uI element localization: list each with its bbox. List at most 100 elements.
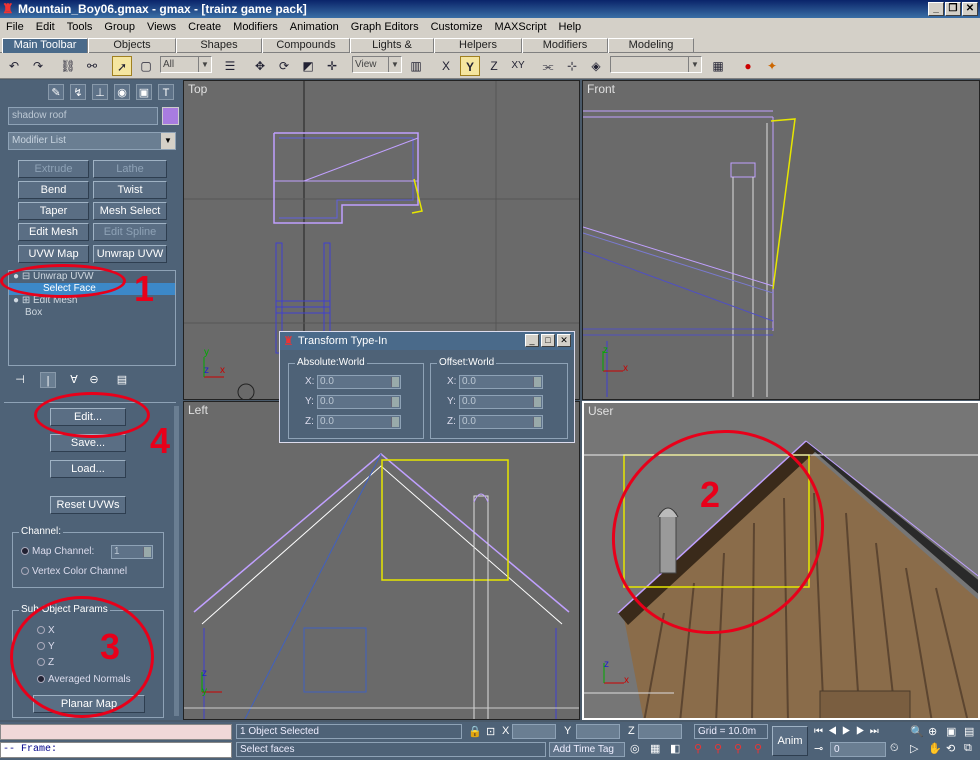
dialog-close-button[interactable]: ✕	[557, 334, 571, 347]
load-uvw-button[interactable]: Load...	[50, 460, 126, 478]
restrict-x-icon[interactable]: X	[436, 56, 456, 76]
scale-icon[interactable]: ◩	[298, 56, 318, 76]
vertex-color-channel-radio[interactable]: Vertex Color Channel	[21, 566, 127, 578]
viewport-front[interactable]: Front z x	[582, 80, 980, 400]
unwrap-uvw-button[interactable]: Unwrap UVW	[93, 245, 167, 263]
region-select-icon[interactable]: ▢	[136, 56, 156, 76]
menu-modifiers[interactable]: Modifiers	[233, 21, 278, 33]
current-frame-field[interactable]: 0	[830, 742, 886, 757]
redo-icon[interactable]: ↷	[28, 56, 48, 76]
offset-x-spinner[interactable]: 0.0	[459, 375, 543, 389]
render-teapot-icon[interactable]: ●	[738, 56, 758, 76]
restrict-xy-icon[interactable]: XY	[508, 56, 528, 76]
offset-z-spinner[interactable]: 0.0	[459, 415, 543, 429]
motion-panel-icon[interactable]: ◉	[114, 84, 130, 100]
pivot-icon[interactable]: ▥	[406, 56, 426, 76]
status-y-field[interactable]	[576, 724, 620, 739]
object-name-field[interactable]: shadow roof	[8, 107, 158, 125]
prompt-line[interactable]: -- Frame:	[0, 742, 232, 758]
menu-maxscript[interactable]: MAXScript	[495, 21, 547, 33]
twist-button[interactable]: Twist	[93, 181, 167, 199]
menu-create[interactable]: Create	[188, 21, 221, 33]
absolute-z-spinner[interactable]: 0.0	[317, 415, 401, 429]
reference-coord-dropdown[interactable]: View ▼	[352, 56, 402, 73]
zoom-extents-icon[interactable]: ▣	[946, 725, 956, 738]
selection-filter-dropdown[interactable]: All ▼	[160, 56, 212, 73]
select-arrow-icon[interactable]: ➚	[112, 56, 132, 76]
pan-icon[interactable]: ✋	[928, 742, 942, 755]
panel-scrollbar[interactable]	[174, 406, 179, 716]
utilities-panel-icon[interactable]: T	[158, 84, 174, 100]
object-color-swatch[interactable]	[162, 107, 179, 125]
bend-button[interactable]: Bend	[18, 181, 89, 199]
undo-icon[interactable]: ↶	[4, 56, 24, 76]
modifier-list-dropdown[interactable]: Modifier List ▼	[8, 132, 176, 150]
zoom-all-icon[interactable]: ⊕	[928, 725, 937, 738]
grid-toggle-icon[interactable]: ▦	[650, 742, 660, 755]
percent-snap-icon[interactable]: ⚲	[734, 742, 742, 755]
menu-file[interactable]: File	[6, 21, 24, 33]
mesh-select-button[interactable]: Mesh Select	[93, 202, 167, 220]
absolute-mode-icon[interactable]: ⊡	[486, 725, 495, 738]
pin-stack-icon[interactable]: ⊣	[12, 372, 28, 388]
playback-controls[interactable]: ⏮◀▶▶⏭	[814, 726, 884, 737]
tab-shapes[interactable]: Shapes	[176, 38, 262, 53]
box-mode-icon[interactable]: ◧	[670, 742, 680, 755]
align-icon[interactable]: ⊹	[562, 56, 582, 76]
map-channel-radio[interactable]: Map Channel:	[21, 546, 94, 558]
absolute-y-spinner[interactable]: 0.0	[317, 395, 401, 409]
quick-render-icon[interactable]: ✦	[762, 56, 782, 76]
status-x-field[interactable]	[512, 724, 556, 739]
close-button[interactable]: ✕	[962, 2, 978, 16]
rotate-icon[interactable]: ⟳	[274, 56, 294, 76]
menu-help[interactable]: Help	[559, 21, 582, 33]
menu-animation[interactable]: Animation	[290, 21, 339, 33]
viewport-shading-icon[interactable]: ◎	[630, 742, 640, 755]
uvw-map-button[interactable]: UVW Map	[18, 245, 89, 263]
restrict-z-icon[interactable]: Z	[484, 56, 504, 76]
min-max-toggle-icon[interactable]: ⧉	[964, 742, 972, 755]
dialog-minimize-button[interactable]: _	[525, 334, 539, 347]
tab-main-toolbar[interactable]: Main Toolbar	[2, 38, 88, 53]
restore-button[interactable]: ❐	[945, 2, 961, 16]
hierarchy-panel-icon[interactable]: ⊥	[92, 84, 108, 100]
edit-mesh-button[interactable]: Edit Mesh	[18, 223, 89, 241]
map-channel-spinner[interactable]: 1	[111, 545, 153, 559]
absolute-x-spinner[interactable]: 0.0	[317, 375, 401, 389]
time-config-icon[interactable]: ⏲	[890, 742, 899, 755]
menu-views[interactable]: Views	[147, 21, 176, 33]
snap-icon[interactable]: ◈	[586, 56, 606, 76]
material-editor-icon[interactable]: ▦	[708, 56, 728, 76]
menu-edit[interactable]: Edit	[36, 21, 55, 33]
unlink-icon[interactable]: ⚯	[82, 56, 102, 76]
tab-modifiers[interactable]: Modifiers	[522, 38, 608, 53]
snap-toggle-icon[interactable]: ⚲	[694, 742, 702, 755]
zoom-icon[interactable]: 🔍	[910, 725, 924, 738]
offset-y-spinner[interactable]: 0.0	[459, 395, 543, 409]
reset-uvws-button[interactable]: Reset UVWs	[50, 496, 126, 514]
configure-modifier-sets-icon[interactable]: ▤	[114, 372, 130, 388]
menu-tools[interactable]: Tools	[67, 21, 93, 33]
viewport-left[interactable]: Left z y	[183, 401, 580, 720]
make-unique-icon[interactable]: ∀	[66, 372, 82, 388]
move-icon[interactable]: ✥	[250, 56, 270, 76]
anim-toggle-button[interactable]: Anim	[772, 726, 808, 756]
taper-button[interactable]: Taper	[18, 202, 89, 220]
show-end-result-icon[interactable]: |	[40, 372, 56, 388]
menu-group[interactable]: Group	[104, 21, 135, 33]
menu-customize[interactable]: Customize	[431, 21, 483, 33]
lathe-button[interactable]: Lathe	[93, 160, 167, 178]
menu-graph-editors[interactable]: Graph Editors	[351, 21, 419, 33]
maxscript-listener-field[interactable]	[0, 724, 232, 740]
edit-spline-button[interactable]: Edit Spline	[93, 223, 167, 241]
tab-modeling[interactable]: Modeling	[608, 38, 694, 53]
tab-compounds[interactable]: Compounds	[262, 38, 350, 53]
extrude-button[interactable]: Extrude	[18, 160, 89, 178]
display-panel-icon[interactable]: ▣	[136, 84, 152, 100]
create-panel-icon[interactable]: ✎	[48, 84, 64, 100]
select-by-name-icon[interactable]: ☰	[220, 56, 240, 76]
mirror-icon[interactable]: ⫘	[538, 56, 558, 76]
lightbulb-icon[interactable]: ●	[13, 295, 19, 306]
spinner-snap-icon[interactable]: ⚲	[754, 742, 762, 755]
zoom-extents-all-icon[interactable]: ▤	[964, 725, 974, 738]
